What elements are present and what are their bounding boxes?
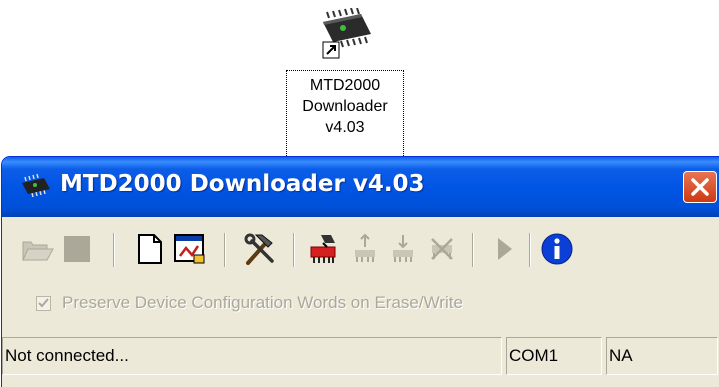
chip-shortcut-icon[interactable] [315, 7, 375, 64]
chip-erase-icon [431, 238, 453, 260]
open-icon [22, 241, 54, 261]
close-button[interactable] [683, 171, 717, 203]
chip-download-button[interactable] [385, 231, 421, 267]
shortcut-label-line: Downloader [302, 98, 388, 115]
window-title: MTD2000 Downloader v4.03 [60, 171, 425, 197]
toolbar-separator [293, 233, 294, 267]
tools-button[interactable] [242, 231, 278, 267]
status-port: COM1 [506, 337, 602, 375]
chip-icon[interactable] [18, 173, 52, 201]
chip-program-button[interactable] [305, 231, 341, 267]
save-button[interactable] [60, 231, 96, 267]
chip-download-icon [393, 235, 413, 262]
new-file-button[interactable] [132, 231, 168, 267]
chip-program-icon [310, 235, 336, 263]
info-icon [541, 233, 573, 265]
window-edit-button[interactable] [172, 231, 208, 267]
chip-upload-button[interactable] [347, 231, 383, 267]
shortcut-label-line: MTD2000 [309, 77, 381, 94]
status-connection: Not connected... [2, 337, 502, 375]
checkmark-icon [38, 298, 49, 308]
preserve-config-checkbox[interactable] [36, 296, 51, 311]
run-icon [498, 238, 512, 260]
title-bar[interactable]: MTD2000 Downloader v4.03 [2, 157, 719, 217]
preserve-config-checkbox-row: Preserve Device Configuration Words on E… [36, 292, 676, 320]
status-bar: Not connected... COM1 NA [2, 337, 719, 375]
open-button[interactable] [20, 231, 56, 267]
app-window: MTD2000 Downloader v4.03 Preserve Device… [2, 157, 719, 387]
run-button[interactable] [485, 231, 521, 267]
chip-erase-button[interactable] [424, 231, 460, 267]
toolbar-separator [529, 233, 530, 267]
chip-upload-icon [355, 233, 375, 262]
window-client-area: Preserve Device Configuration Words on E… [2, 217, 719, 387]
shortcut-label-line: v4.03 [325, 119, 365, 136]
shortcut-label: MTD2000 Downloader v4.03 [286, 70, 404, 158]
tools-icon [244, 233, 274, 265]
save-icon [64, 236, 90, 262]
info-button[interactable] [539, 231, 575, 267]
toolbar-separator [472, 233, 473, 267]
window-edit-icon [174, 234, 205, 264]
close-icon [691, 178, 709, 196]
new-file-icon [138, 234, 162, 264]
preserve-config-label: Preserve Device Configuration Words on E… [62, 293, 463, 312]
status-device: NA [606, 337, 718, 375]
toolbar-separator [113, 233, 114, 267]
toolbar-separator [224, 233, 225, 267]
toolbar [2, 217, 719, 279]
